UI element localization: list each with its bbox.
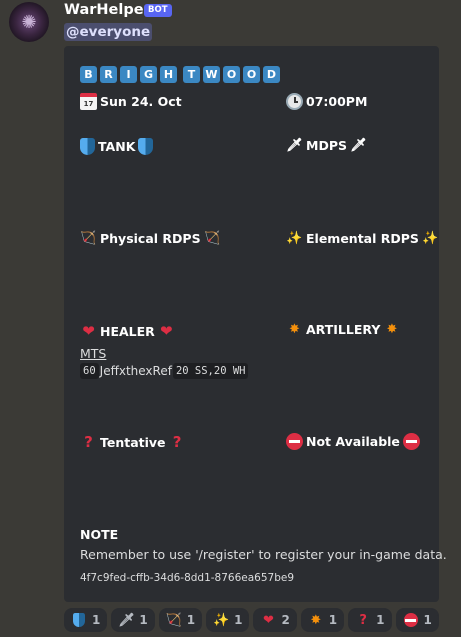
bot-badge: BOT bbox=[144, 4, 172, 17]
heart-icon: ❤ bbox=[262, 612, 274, 628]
role-elemental-rdps-label: Elemental RDPS bbox=[306, 231, 419, 246]
reaction-artillery[interactable]: ✸ 1 bbox=[300, 608, 345, 632]
collision-icon: ✸ bbox=[310, 612, 322, 628]
reaction-healer[interactable]: ❤ 2 bbox=[253, 608, 297, 632]
dagger-icon: 🗡 bbox=[350, 138, 367, 153]
role-not-available: Not Available bbox=[286, 433, 420, 450]
event-date: 17 Sun 24. Oct bbox=[80, 93, 182, 110]
bow-icon: 🏹 bbox=[204, 231, 221, 246]
reaction-physical-rdps[interactable]: 🏹 1 bbox=[158, 608, 203, 632]
reaction-count: 1 bbox=[139, 613, 148, 627]
bow-icon: 🏹 bbox=[165, 612, 182, 628]
reaction-count: 1 bbox=[423, 613, 432, 627]
role-mdps: 🗡 MDPS 🗡 bbox=[286, 138, 367, 153]
collision-icon: ✸ bbox=[289, 322, 300, 337]
title-letter: D bbox=[263, 66, 280, 83]
reaction-tank[interactable]: 1 bbox=[64, 608, 108, 632]
username[interactable]: WarHelper bbox=[64, 2, 151, 18]
reaction-count: 1 bbox=[234, 613, 243, 627]
no-entry-icon bbox=[403, 613, 419, 628]
title-letter: I bbox=[120, 66, 137, 83]
reaction-count: 1 bbox=[376, 613, 385, 627]
title-letter: O bbox=[243, 66, 260, 83]
healer-roster-entry: 60 JeffxthexRef 20 SS,20 WH bbox=[80, 363, 249, 379]
avatar[interactable]: ✺ bbox=[9, 2, 49, 42]
magic-wand-icon: ✨ bbox=[213, 612, 230, 628]
magic-wand-icon: ✨ bbox=[286, 231, 303, 246]
reaction-count: 2 bbox=[281, 613, 290, 627]
question-icon: ? bbox=[359, 612, 367, 628]
shield-icon bbox=[80, 138, 95, 155]
role-physical-rdps: 🏹 Physical RDPS 🏹 bbox=[80, 231, 221, 246]
role-physical-rdps-label: Physical RDPS bbox=[100, 231, 201, 246]
bow-icon: 🏹 bbox=[80, 231, 97, 246]
magic-wand-icon: ✨ bbox=[422, 231, 439, 246]
role-artillery: ✸ ARTILLERY ✸ bbox=[286, 322, 400, 337]
calendar-icon: 17 bbox=[80, 93, 97, 110]
role-tank: TANK bbox=[80, 138, 154, 155]
role-tentative-label: Tentative bbox=[100, 434, 166, 450]
event-id: 4f7c9fed-cffb-34d6-8dd1-8766ea657be9 bbox=[80, 572, 295, 584]
question-icon: ? bbox=[172, 433, 182, 451]
player-stats: 20 SS,20 WH bbox=[172, 363, 249, 379]
no-entry-icon bbox=[286, 433, 303, 450]
title-letter: B bbox=[80, 66, 97, 83]
event-time: 07:00PM bbox=[286, 93, 367, 110]
note-title: NOTE bbox=[80, 527, 119, 542]
question-icon: ? bbox=[84, 433, 93, 451]
title-letter: O bbox=[223, 66, 240, 83]
role-not-available-label: Not Available bbox=[306, 434, 400, 449]
dagger-icon: 🗡 bbox=[286, 138, 303, 153]
reaction-elemental-rdps[interactable]: ✨ 1 bbox=[206, 608, 250, 632]
reaction-mdps[interactable]: 🗡 1 bbox=[111, 608, 155, 632]
embed-title: B R I G H T W O O D bbox=[80, 66, 280, 83]
collision-icon: ✸ bbox=[386, 322, 398, 337]
reaction-not-available[interactable]: 1 bbox=[395, 608, 439, 632]
reaction-tentative[interactable]: ? 1 bbox=[348, 608, 392, 632]
heart-icon: ❤ bbox=[160, 322, 173, 340]
player-name: JeffxthexRef bbox=[99, 364, 172, 378]
dagger-icon: 🗡 bbox=[118, 612, 135, 628]
no-entry-icon bbox=[402, 433, 420, 450]
shield-icon bbox=[138, 138, 154, 155]
everyone-mention[interactable]: @everyone bbox=[64, 23, 153, 41]
reaction-count: 1 bbox=[92, 613, 101, 627]
title-letter: T bbox=[183, 66, 200, 83]
clock-icon bbox=[286, 93, 303, 110]
role-tentative: ? Tentative ? bbox=[80, 433, 186, 451]
note-text: Remember to use '/register' to register … bbox=[80, 547, 447, 562]
shield-icon bbox=[71, 613, 87, 628]
event-time-text: 07:00PM bbox=[306, 94, 368, 109]
player-level: 60 bbox=[80, 363, 99, 379]
reactions-bar: 1 🗡 1 🏹 1 ✨ 1 ❤ 2 ✸ 1 ? 1 1 bbox=[64, 608, 439, 632]
event-date-text: Sun 24. Oct bbox=[100, 94, 182, 109]
role-artillery-label: ARTILLERY bbox=[306, 322, 381, 337]
role-healer: ❤ HEALER ❤ bbox=[80, 322, 175, 340]
role-mdps-label: MDPS bbox=[306, 138, 347, 153]
role-healer-label: HEALER bbox=[100, 323, 155, 339]
reaction-count: 1 bbox=[328, 613, 338, 627]
title-letter: R bbox=[100, 66, 117, 83]
title-letter: G bbox=[140, 66, 157, 83]
reaction-count: 1 bbox=[186, 613, 196, 627]
title-letter: H bbox=[160, 66, 177, 83]
role-tank-label: TANK bbox=[98, 139, 136, 154]
healer-link[interactable]: MTS bbox=[80, 346, 106, 361]
role-elemental-rdps: ✨ Elemental RDPS ✨ bbox=[286, 231, 439, 246]
title-letter: W bbox=[203, 66, 220, 83]
event-embed: B R I G H T W O O D 17 Sun 24. Oct 07:00… bbox=[64, 46, 447, 602]
heart-icon: ❤ bbox=[82, 322, 95, 340]
